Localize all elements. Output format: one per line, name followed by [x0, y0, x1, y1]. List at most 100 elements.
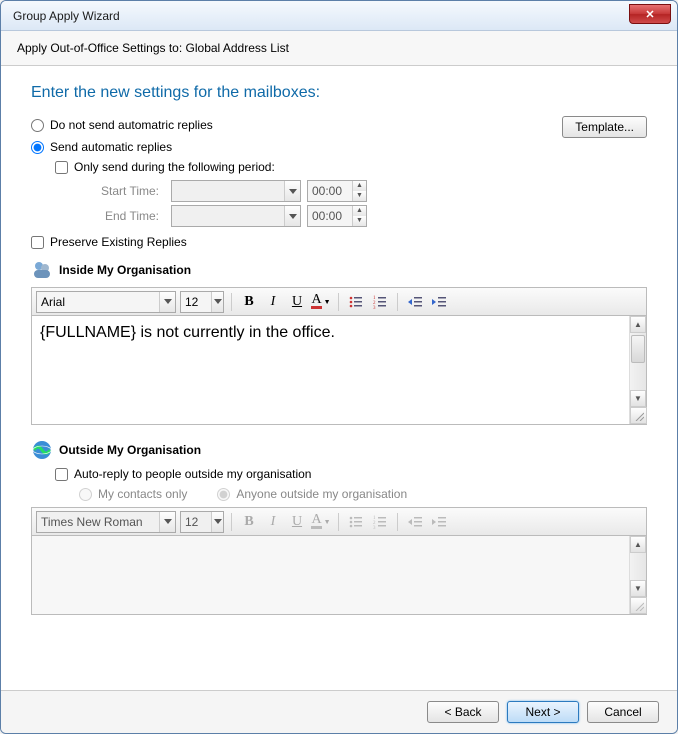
bold-button[interactable]: B [239, 512, 259, 532]
inside-toolbar: B I U A ▼ 123 [31, 287, 647, 315]
outside-section-header: Outside My Organisation [31, 439, 647, 461]
inside-font-dropdown[interactable] [159, 292, 175, 312]
outside-size-combo[interactable] [180, 511, 224, 533]
underline-button[interactable]: U [287, 512, 307, 532]
inside-size-dropdown[interactable] [211, 292, 223, 312]
chevron-down-icon: ▼ [324, 298, 331, 306]
inside-font-combo[interactable] [36, 291, 176, 313]
italic-button[interactable]: I [263, 512, 283, 532]
spin-up-icon[interactable]: ▲ [353, 181, 366, 191]
only-send-period-label: Only send during the following period: [74, 160, 275, 174]
outside-font-input[interactable] [37, 512, 159, 532]
titlebar: Group Apply Wizard ✕ [1, 1, 677, 31]
svg-text:3: 3 [373, 526, 376, 530]
radio-contacts-only[interactable] [79, 488, 92, 501]
indent-button[interactable] [429, 292, 449, 312]
start-date-combo[interactable] [171, 180, 301, 202]
start-time-input[interactable] [308, 181, 352, 201]
spin-up-icon[interactable]: ▲ [353, 206, 366, 216]
outside-font-combo[interactable] [36, 511, 176, 533]
svg-text:3: 3 [373, 306, 376, 310]
radio-contacts-only-row[interactable]: My contacts only [79, 487, 187, 501]
underline-button[interactable]: U [287, 292, 307, 312]
spin-down-icon[interactable]: ▼ [353, 191, 366, 201]
radio-send-auto[interactable] [31, 141, 44, 154]
radio-do-not-send[interactable] [31, 119, 44, 132]
scroll-down-icon[interactable]: ▼ [630, 580, 646, 597]
users-icon [31, 259, 53, 281]
outside-font-dropdown[interactable] [159, 512, 175, 532]
footer: < Back Next > Cancel [1, 690, 677, 733]
outside-size-input[interactable] [181, 512, 211, 532]
end-date-input[interactable] [172, 206, 284, 226]
only-send-period-row[interactable]: Only send during the following period: [55, 160, 647, 174]
radio-send-auto-row[interactable]: Send automatic replies [31, 140, 647, 154]
inside-editor[interactable]: ▲ ▼ [31, 315, 647, 425]
inside-scrollbar[interactable]: ▲ ▼ [629, 316, 646, 424]
outside-autoreply-checkbox[interactable] [55, 468, 68, 481]
start-date-input[interactable] [172, 181, 284, 201]
start-time-spinner[interactable]: ▲ ▼ [307, 180, 367, 202]
inside-size-combo[interactable] [180, 291, 224, 313]
outside-title: Outside My Organisation [59, 443, 201, 457]
outside-scrollbar[interactable]: ▲ ▼ [629, 536, 646, 614]
radio-do-not-send-label: Do not send automatric replies [50, 118, 213, 132]
end-time-spinner[interactable]: ▲ ▼ [307, 205, 367, 227]
scroll-down-icon[interactable]: ▼ [630, 390, 646, 407]
scroll-thumb[interactable] [631, 335, 645, 363]
wizard-window: Group Apply Wizard ✕ Apply Out-of-Office… [0, 0, 678, 734]
chevron-down-icon [164, 299, 172, 304]
chevron-down-icon [214, 519, 222, 524]
preserve-checkbox[interactable] [31, 236, 44, 249]
spin-down-icon[interactable]: ▼ [353, 216, 366, 226]
outside-size-dropdown[interactable] [211, 512, 223, 532]
radio-anyone-row[interactable]: Anyone outside my organisation [217, 487, 407, 501]
outdent-button[interactable] [405, 292, 425, 312]
radio-do-not-send-row[interactable]: Do not send automatric replies [31, 118, 647, 132]
bullet-list-button[interactable] [346, 292, 366, 312]
end-date-combo[interactable] [171, 205, 301, 227]
font-color-button[interactable]: A ▼ [311, 292, 331, 312]
window-title: Group Apply Wizard [13, 9, 120, 23]
end-time-input[interactable] [308, 206, 352, 226]
resize-grip-icon[interactable] [630, 407, 647, 424]
indent-button[interactable] [429, 512, 449, 532]
inside-editor-textarea[interactable] [32, 316, 629, 424]
numbered-list-button[interactable]: 123 [370, 292, 390, 312]
cancel-button[interactable]: Cancel [587, 701, 659, 723]
outdent-button[interactable] [405, 512, 425, 532]
inside-font-input[interactable] [37, 292, 159, 312]
font-color-button[interactable]: A ▼ [311, 512, 331, 532]
chevron-down-icon [289, 189, 297, 194]
radio-anyone[interactable] [217, 488, 230, 501]
start-time-label: Start Time: [79, 184, 159, 198]
close-icon: ✕ [645, 8, 654, 21]
numbered-list-button[interactable]: 123 [370, 512, 390, 532]
only-send-period-checkbox[interactable] [55, 161, 68, 174]
chevron-down-icon [164, 519, 172, 524]
preserve-row[interactable]: Preserve Existing Replies [31, 235, 647, 249]
page-heading: Enter the new settings for the mailboxes… [31, 84, 320, 102]
bold-button[interactable]: B [239, 292, 259, 312]
scroll-up-icon[interactable]: ▲ [630, 536, 646, 553]
subtitle-bar: Apply Out-of-Office Settings to: Global … [1, 31, 677, 66]
radio-send-auto-label: Send automatic replies [50, 140, 172, 154]
preserve-label: Preserve Existing Replies [50, 235, 187, 249]
inside-size-input[interactable] [181, 292, 211, 312]
outside-autoreply-label: Auto-reply to people outside my organisa… [74, 467, 311, 481]
resize-grip-icon[interactable] [630, 597, 647, 614]
close-button[interactable]: ✕ [629, 4, 671, 24]
outside-autoreply-row[interactable]: Auto-reply to people outside my organisa… [55, 467, 647, 481]
outside-editor[interactable]: ▲ ▼ [31, 535, 647, 615]
next-button[interactable]: Next > [507, 701, 579, 723]
end-date-dropdown[interactable] [284, 206, 300, 226]
bullet-list-button[interactable] [346, 512, 366, 532]
radio-contacts-only-label: My contacts only [98, 487, 187, 501]
template-button[interactable]: Template... [562, 116, 647, 138]
outside-editor-textarea[interactable] [32, 536, 629, 614]
italic-button[interactable]: I [263, 292, 283, 312]
scroll-up-icon[interactable]: ▲ [630, 316, 646, 333]
start-date-dropdown[interactable] [284, 181, 300, 201]
inside-title: Inside My Organisation [59, 263, 191, 277]
back-button[interactable]: < Back [427, 701, 499, 723]
